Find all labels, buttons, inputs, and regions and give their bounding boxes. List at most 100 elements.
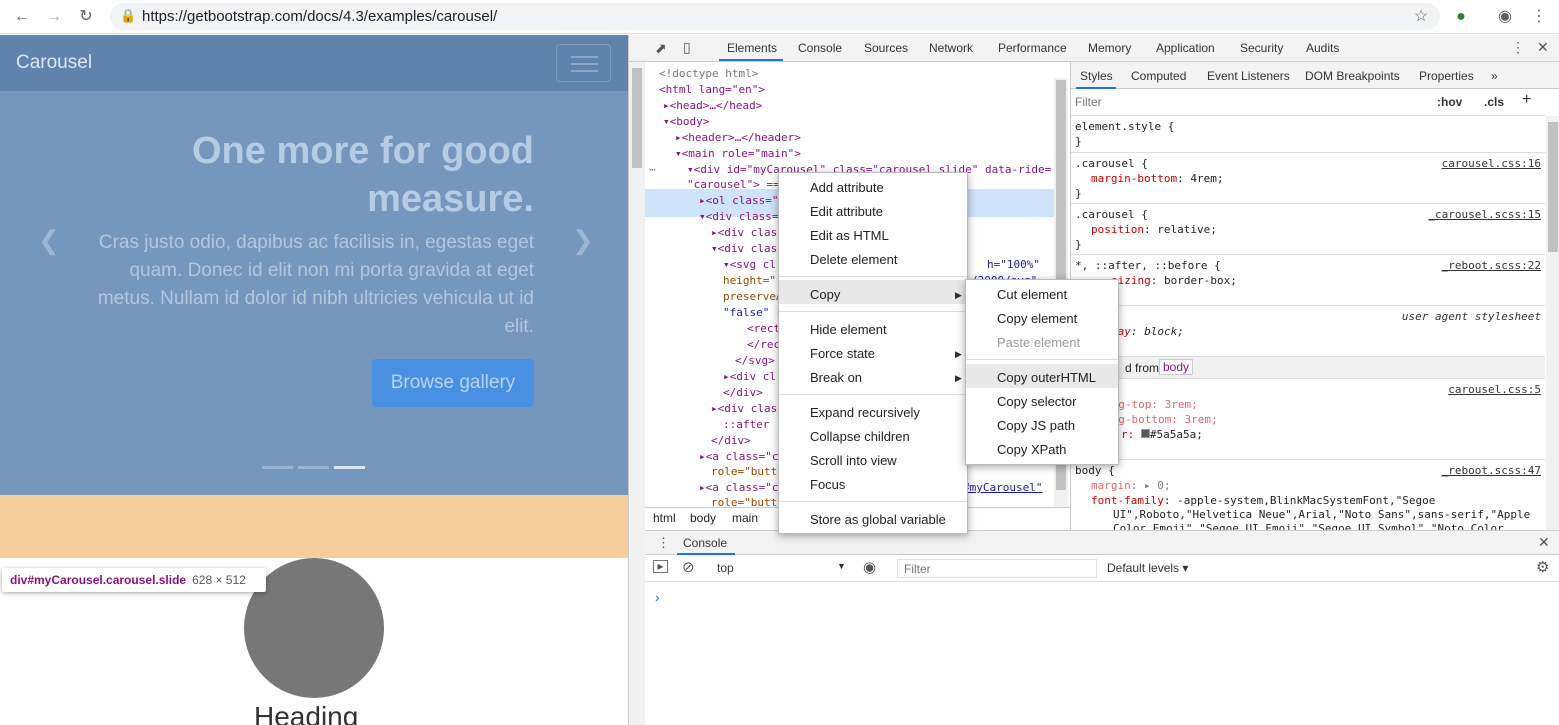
menu-item-edit-attribute[interactable]: Edit attribute [810,204,883,219]
tab-properties[interactable]: Properties [1419,69,1474,83]
console-prompt[interactable]: › [655,589,660,605]
drawer-menu-icon[interactable]: ⋮ [657,535,670,551]
dom-line[interactable]: ▸<a class="c [699,450,778,463]
menu-item-store-as-global-variable[interactable]: Store as global variable [810,512,946,527]
menu-item-collapse-children[interactable]: Collapse children [810,429,910,444]
tab-memory[interactable]: Memory [1088,41,1131,55]
dom-line[interactable]: ::after [723,418,769,431]
log-levels-select[interactable]: Default levels ▾ [1107,561,1188,575]
carousel-prev-icon[interactable]: ❮ [38,225,60,256]
class-toggle[interactable]: .cls [1484,95,1504,109]
source-link[interactable]: _reboot.scss:47 [1442,464,1541,477]
dom-line[interactable]: ▸<div clas [711,402,777,415]
selector[interactable]: element.style { [1075,120,1174,133]
close-devtools-icon[interactable]: ✕ [1537,39,1549,56]
address-bar[interactable]: 🔒 https://getbootstrap.com/docs/4.3/exam… [110,3,1440,30]
add-rule-icon[interactable]: + [1522,91,1531,109]
close-drawer-icon[interactable]: ✕ [1538,534,1550,551]
dom-line[interactable]: ▾<div clas [711,242,777,255]
url-text[interactable]: https://getbootstrap.com/docs/4.3/exampl… [142,8,497,25]
console-filter-input[interactable] [897,559,1097,578]
dom-line[interactable]: ▾<svg cl [723,258,776,271]
dom-line[interactable]: ▸<ol class=" [699,194,778,207]
breadcrumb-item[interactable]: main [732,511,758,525]
dom-line[interactable]: height=" [723,274,776,287]
tab-application[interactable]: Application [1156,41,1215,55]
selector[interactable]: .carousel { [1075,157,1148,170]
styles-filter-input[interactable] [1075,92,1435,112]
menu-item-delete-element[interactable]: Delete element [810,252,897,267]
drawer-tab-console[interactable]: Console [683,536,727,550]
dom-line[interactable]: ▸<div clas [711,226,777,239]
carousel-indicator[interactable] [262,466,293,469]
tab-elements[interactable]: Elements [727,41,777,55]
tab-event-listeners[interactable]: Event Listeners [1207,69,1290,83]
menu-item-edit-as-html[interactable]: Edit as HTML [810,228,889,243]
dom-line[interactable]: </div> [723,386,763,399]
dom-line[interactable]: ▸<head>…</head> [663,99,762,112]
tab-audits[interactable]: Audits [1306,41,1339,55]
menu-item-break-on[interactable]: Break on [810,370,862,385]
clear-console-icon[interactable]: ⊘ [682,558,695,576]
menu-item-focus[interactable]: Focus [810,477,845,492]
selector[interactable]: .carousel { [1075,208,1148,221]
profile-icon[interactable]: ◉ [1493,5,1517,29]
carousel-indicator[interactable] [298,466,329,469]
selector[interactable]: *, ::after, ::before { [1075,259,1221,272]
dom-line[interactable]: "false" r [723,306,783,319]
bookmark-star-icon[interactable]: ☆ [1409,5,1433,29]
device-toggle-icon[interactable]: ▯ [683,39,691,56]
menu-item-copy[interactable]: Copy [810,287,840,302]
eye-icon[interactable]: ◉ [863,558,876,576]
dom-line[interactable]: ▸<header>…</header> [675,131,801,144]
dom-line[interactable]: ▾<main role="main"> [675,147,801,160]
inspect-element-icon[interactable]: ⬈ [655,40,667,57]
more-tabs-icon[interactable]: » [1491,69,1498,83]
navbar-toggler-button[interactable] [556,44,611,82]
dom-line[interactable]: ▾<div class= [699,210,778,223]
tab-computed[interactable]: Computed [1131,69,1186,83]
more-icon[interactable]: ⋯ [649,163,656,176]
tab-dom-breakpoints[interactable]: DOM Breakpoints [1305,69,1400,83]
menu-item-hide-element[interactable]: Hide element [810,322,887,337]
tab-security[interactable]: Security [1240,41,1283,55]
dom-line[interactable]: ▾<body> [663,115,709,128]
reload-icon[interactable]: ↻ [74,5,98,29]
tab-sources[interactable]: Sources [864,41,908,55]
menu-item-copy-selector[interactable]: Copy selector [997,394,1076,409]
dom-line[interactable]: </div> [711,434,751,447]
dom-line[interactable]: <!doctype html> [659,67,758,80]
tab-console[interactable]: Console [798,41,842,55]
menu-kebab-icon[interactable]: ⋮ [1527,5,1551,29]
hover-state-toggle[interactable]: :hov [1437,95,1462,109]
menu-item-copy-outerhtml[interactable]: Copy outerHTML [997,370,1096,385]
back-icon[interactable]: ← [10,5,34,29]
dom-line[interactable]: <html lang="en"> [659,83,765,96]
menu-item-copy-element[interactable]: Copy element [997,311,1077,326]
tab-performance[interactable]: Performance [998,41,1067,55]
dom-line[interactable]: </svg> [735,354,775,367]
styles-scrollbar[interactable] [1546,116,1559,530]
tab-network[interactable]: Network [929,41,973,55]
menu-item-scroll-into-view[interactable]: Scroll into view [810,453,897,468]
menu-item-cut-element[interactable]: Cut element [997,287,1067,302]
devtools-menu-icon[interactable]: ⋮ [1511,39,1525,56]
menu-item-force-state[interactable]: Force state [810,346,875,361]
extension-icon[interactable]: ● [1449,5,1473,29]
menu-item-expand-recursively[interactable]: Expand recursively [810,405,920,420]
dom-line[interactable]: ▸<div cl [723,370,776,383]
tab-styles[interactable]: Styles [1080,69,1113,83]
menu-item-copy-js-path[interactable]: Copy JS path [997,418,1075,433]
carousel-indicator-active[interactable] [334,466,365,469]
browse-gallery-button[interactable]: Browse gallery [372,359,534,407]
dom-line[interactable]: ▸<a class="c [699,481,778,494]
dom-line[interactable]: preserveA [723,290,783,303]
elements-scrollbar[interactable] [629,62,645,725]
navbar-brand[interactable]: Carousel [16,52,92,74]
carousel-next-icon[interactable]: ❯ [572,225,594,256]
dom-line[interactable]: <rect [747,322,780,335]
console-settings-gear-icon[interactable]: ⚙ [1536,558,1549,576]
selector[interactable]: body { [1075,464,1115,477]
dom-line[interactable]: #myCarousel" [963,481,1042,494]
property-line[interactable]: ing-bottom: 3rem; [1105,413,1218,426]
